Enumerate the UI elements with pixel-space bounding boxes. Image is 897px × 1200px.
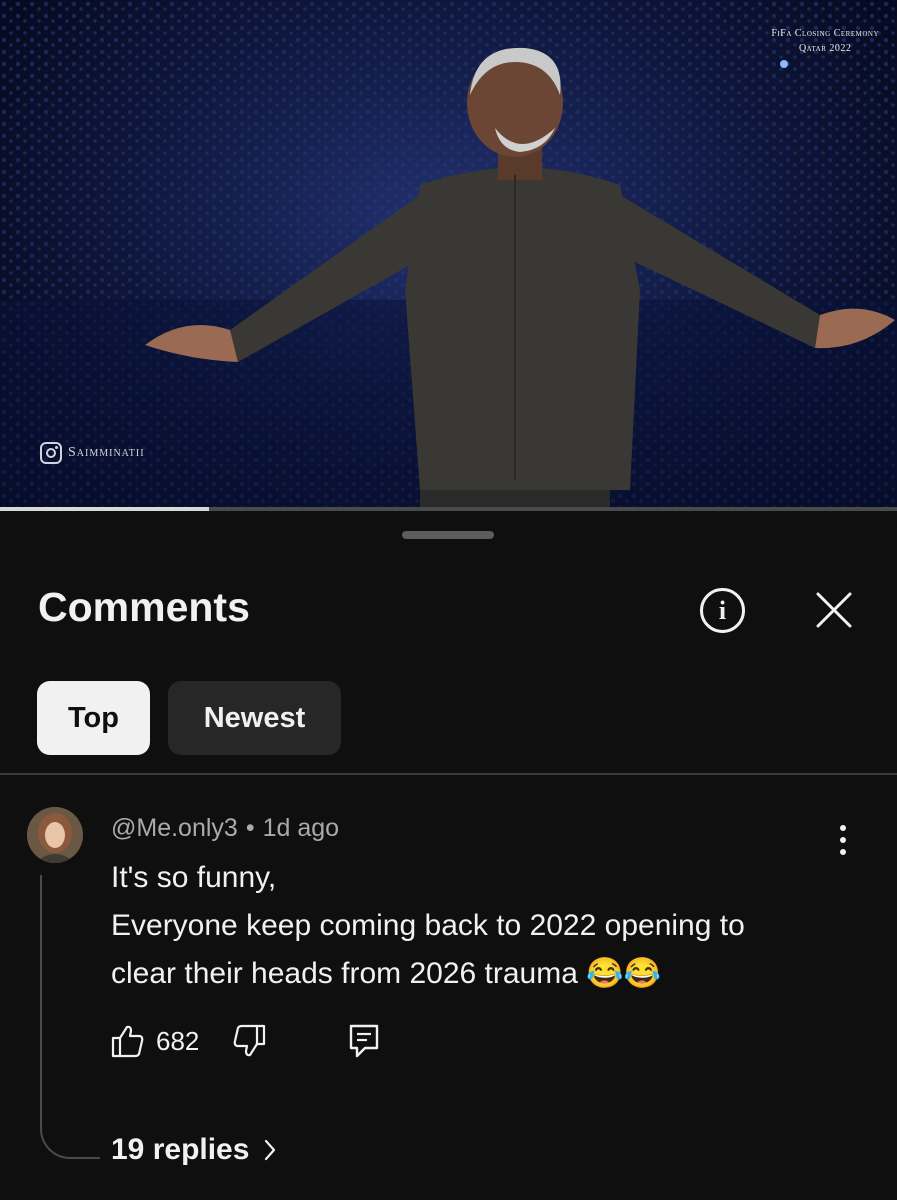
video-frame bbox=[0, 0, 897, 507]
video-caption: FiFa Closing Ceremony Qatar 2022 bbox=[771, 26, 879, 56]
comment-author[interactable]: @Me.only3 bbox=[111, 814, 238, 842]
caption-line-1: FiFa Closing Ceremony bbox=[771, 28, 879, 39]
drag-handle[interactable] bbox=[402, 531, 494, 539]
close-button[interactable] bbox=[812, 588, 856, 632]
like-count: 682 bbox=[156, 1025, 200, 1056]
comment-line-3: clear their heads from 2026 trauma 😂😂 bbox=[111, 957, 661, 990]
filter-chip-top[interactable]: Top bbox=[37, 681, 150, 755]
chevron-right-icon bbox=[265, 1139, 276, 1161]
replies-label: 19 replies bbox=[111, 1133, 250, 1166]
caption-line-2: Qatar 2022 bbox=[798, 43, 852, 54]
avatar[interactable] bbox=[27, 807, 83, 863]
comment-text: It's so funny, Everyone keep coming back… bbox=[111, 854, 831, 998]
instagram-icon bbox=[40, 442, 62, 464]
divider bbox=[0, 773, 897, 775]
watermark-text: Saimminatii bbox=[68, 445, 145, 460]
more-options-button[interactable] bbox=[828, 818, 858, 862]
thumbs-up-icon bbox=[111, 1025, 144, 1058]
close-icon bbox=[816, 592, 852, 628]
thumbs-down-icon bbox=[234, 1024, 266, 1057]
sheet-title: Comments bbox=[38, 584, 250, 630]
dislike-button[interactable] bbox=[231, 1023, 267, 1059]
info-button[interactable]: i bbox=[700, 588, 745, 633]
view-replies-button[interactable]: 19 replies bbox=[111, 1133, 277, 1167]
comment-line-2: Everyone keep coming back to 2022 openin… bbox=[111, 909, 745, 942]
filter-chip-newest[interactable]: Newest bbox=[168, 681, 341, 755]
meta-separator: • bbox=[245, 814, 255, 842]
comment-meta: @Me.only3 • 1d ago bbox=[111, 814, 339, 843]
thread-line bbox=[40, 875, 100, 1159]
comment-line-1: It's so funny, bbox=[111, 861, 277, 894]
video-player[interactable]: FiFa Closing Ceremony Qatar 2022 Saimmin… bbox=[0, 0, 897, 507]
comment-actions: 682 bbox=[110, 1023, 381, 1059]
comments-sheet: Comments i Top Newest @Me.only3 • 1d ago I… bbox=[0, 511, 897, 1200]
comment-time: 1d ago bbox=[262, 814, 340, 842]
stage-light bbox=[780, 60, 788, 68]
avatar-image bbox=[27, 807, 83, 863]
like-button[interactable]: 682 bbox=[110, 1023, 199, 1059]
more-vert-icon bbox=[840, 825, 846, 831]
info-circle-icon: i bbox=[718, 595, 727, 625]
watermark: Saimminatii bbox=[40, 442, 145, 464]
reply-icon bbox=[350, 1024, 379, 1058]
reply-button[interactable] bbox=[347, 1023, 381, 1059]
